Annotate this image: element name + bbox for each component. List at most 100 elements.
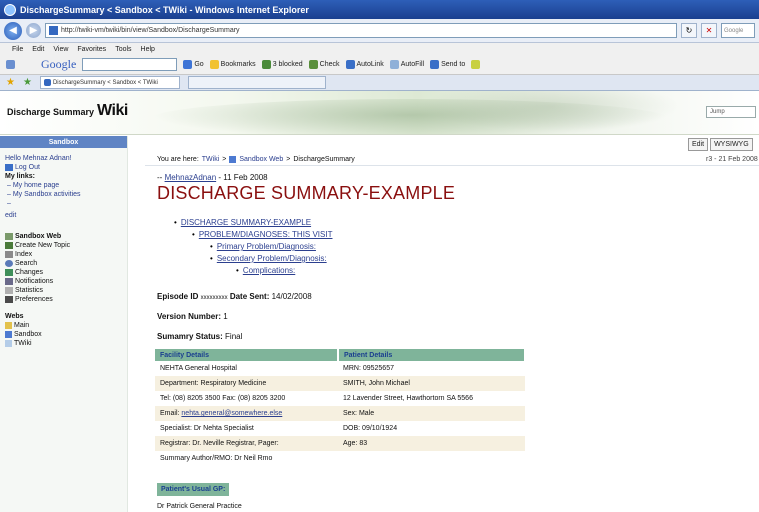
table-row: Email: nehta.general@somewhere.else Sex:…	[155, 406, 525, 421]
check-icon	[308, 60, 318, 69]
sidebar-my-home-page[interactable]: – My home page	[5, 181, 127, 190]
web-color-sandbox-icon	[5, 331, 12, 338]
sidebar-item-notifications[interactable]: Notifications	[5, 277, 127, 286]
bookmarks-button[interactable]: Bookmarks	[209, 60, 256, 69]
menu-view[interactable]: View	[53, 46, 68, 53]
address-bar[interactable]: http://twiki-vm/twiki/bin/view/Sandbox/D…	[45, 23, 677, 38]
sidebar-web-main[interactable]: Main	[5, 321, 127, 330]
index-label: Index	[15, 251, 33, 258]
sidebar-web-twiki[interactable]: TWiki	[5, 339, 127, 348]
web-twiki-label: TWiki	[14, 340, 32, 347]
breadcrumb-twiki[interactable]: TWiki	[202, 156, 220, 163]
tab-dischargesummary[interactable]: DischargeSummary < Sandbox < TWiki	[39, 76, 180, 89]
google-search-input[interactable]	[82, 58, 178, 71]
favorites-star-icon[interactable]: ★	[6, 77, 15, 88]
toc-link-problem-diagnoses[interactable]: PROBLEM/DIAGNOSES: THIS VISIT	[199, 229, 333, 241]
sidebar-my-sandbox-activities[interactable]: – My Sandbox activities	[5, 190, 127, 199]
table-cell: Registrar: Dr. Neville Registrar, Pager:	[155, 436, 338, 451]
add-favorite-icon[interactable]: ★	[23, 77, 32, 88]
author-date: - 11 Feb 2008	[218, 173, 268, 182]
toolbar-grip-icon	[6, 60, 15, 69]
sidebar-logout-link[interactable]: Log Out	[5, 163, 127, 172]
logout-label: Log Out	[15, 164, 40, 171]
toc-link-complications[interactable]: Complications:	[243, 265, 295, 277]
sendto-label: Send to	[441, 61, 466, 68]
forward-button[interactable]: ▶	[26, 23, 41, 38]
menu-tools[interactable]: Tools	[115, 46, 131, 53]
sidebar-item-index[interactable]: Index	[5, 250, 127, 259]
sidebar-edit-link[interactable]: edit	[5, 211, 127, 220]
table-cell: Summary Author/RMO: Dr Neil Rmo	[155, 451, 338, 466]
left-sidebar: Sandbox Hello Mehnaz Adnan! Log Out My l…	[0, 136, 128, 512]
sendto-button[interactable]: Send to	[430, 60, 465, 69]
window-title: DischargeSummary < Sandbox < TWiki - Win…	[20, 4, 309, 15]
menu-file[interactable]: File	[12, 46, 23, 53]
toc-link-discharge-summary[interactable]: DISCHARGE SUMMARY-EXAMPLE	[181, 217, 311, 229]
table-row: Summary Author/RMO: Dr Neil Rmo	[155, 451, 525, 466]
author-prefix: --	[157, 173, 163, 182]
popup-blocked-button[interactable]: 3 blocked	[261, 60, 303, 69]
autolink-button[interactable]: AutoLink	[345, 60, 384, 69]
menu-favorites[interactable]: Favorites	[77, 46, 106, 53]
sidebar-item-statistics[interactable]: Statistics	[5, 286, 127, 295]
search-placeholder: Google	[724, 27, 744, 34]
preferences-label: Preferences	[15, 296, 53, 303]
table-row: Department: Respiratory Medicine SMITH, …	[155, 376, 525, 391]
version-line: Version Number: 1	[157, 312, 228, 321]
blocked-label: 3 blocked	[272, 61, 303, 68]
column-header-patient: Patient Details	[338, 349, 526, 361]
site-title-text: Discharge Summary	[7, 107, 95, 117]
stop-icon[interactable]: ✕	[701, 23, 717, 38]
jump-placeholder: Jump	[710, 109, 725, 115]
email-link[interactable]: nehta.general@somewhere.else	[181, 410, 282, 417]
tab-favicon-icon	[43, 79, 51, 86]
refresh-icon[interactable]: ↻	[681, 23, 697, 38]
toc-item: • DISCHARGE SUMMARY-EXAMPLE	[174, 217, 312, 229]
author-link[interactable]: MehnazAdnan	[165, 173, 217, 182]
jump-input[interactable]: Jump	[706, 106, 756, 118]
sidebar-web-sandbox[interactable]: Sandbox	[5, 330, 127, 339]
email-cell: Email: nehta.general@somewhere.else	[155, 406, 338, 421]
toc-link-primary-problem[interactable]: Primary Problem/Diagnosis:	[217, 241, 316, 253]
spellcheck-button[interactable]: Check	[308, 60, 340, 69]
table-row: Registrar: Dr. Neville Registrar, Pager:…	[155, 436, 525, 451]
edit-button[interactable]: Edit	[688, 138, 709, 151]
web-color-twiki-icon	[5, 340, 12, 347]
breadcrumb: You are here: TWiki > Sandbox Web > Disc…	[157, 156, 355, 163]
new-tab-button[interactable]	[187, 76, 326, 89]
site-logo[interactable]: Discharge Summary Wiki	[7, 102, 128, 120]
search-input[interactable]: Google	[721, 23, 755, 38]
toc-link-secondary-problem[interactable]: Secondary Problem/Diagnosis:	[217, 253, 327, 265]
episode-value: xxxxxxxxx	[200, 295, 228, 301]
breadcrumb-sandbox-web[interactable]: Sandbox Web	[239, 156, 283, 163]
sidebar-item-preferences[interactable]: Preferences	[5, 295, 127, 304]
pencil-icon[interactable]	[471, 60, 481, 69]
date-sent-label: Date Sent:	[229, 292, 270, 301]
menu-edit[interactable]: Edit	[32, 46, 44, 53]
check-label: Check	[319, 61, 340, 68]
preferences-icon	[5, 296, 13, 303]
autofill-button[interactable]: AutoFill	[389, 60, 424, 69]
table-cell: MRN: 09525657	[338, 361, 525, 376]
sidebar-item-create-topic[interactable]: Create New Topic	[5, 241, 127, 250]
toc-item: • Secondary Problem/Diagnosis:	[210, 253, 327, 265]
sidebar-my-links-title: My links:	[5, 173, 35, 180]
menu-bar: File Edit View Favorites Tools Help	[0, 43, 759, 55]
revision-info[interactable]: r3 - 21 Feb 2008	[706, 156, 758, 163]
sidebar-item-search[interactable]: Search	[5, 259, 127, 268]
page-favicon-icon	[49, 26, 58, 35]
menu-help[interactable]: Help	[141, 46, 155, 53]
sidebar-item-changes[interactable]: Changes	[5, 268, 127, 277]
my-home-page-label: My home page	[12, 182, 60, 189]
back-button[interactable]: ◀	[4, 21, 22, 40]
sidebar-item-sandbox-web[interactable]: Sandbox Web	[5, 232, 127, 241]
table-cell: Sex: Male	[338, 406, 525, 421]
episode-label: Episode ID	[157, 292, 199, 301]
wysiwyg-button[interactable]: WYSIWYG	[710, 138, 753, 151]
google-go-button[interactable]: Go	[183, 60, 204, 69]
web-color-main-icon	[5, 322, 12, 329]
site-title-wiki: Wiki	[97, 102, 128, 119]
sidebar-hello-user[interactable]: Hello Mehnaz Adnan!	[5, 154, 127, 163]
breadcrumb-sep: >	[222, 156, 227, 163]
tab-label: DischargeSummary < Sandbox < TWiki	[52, 79, 158, 86]
